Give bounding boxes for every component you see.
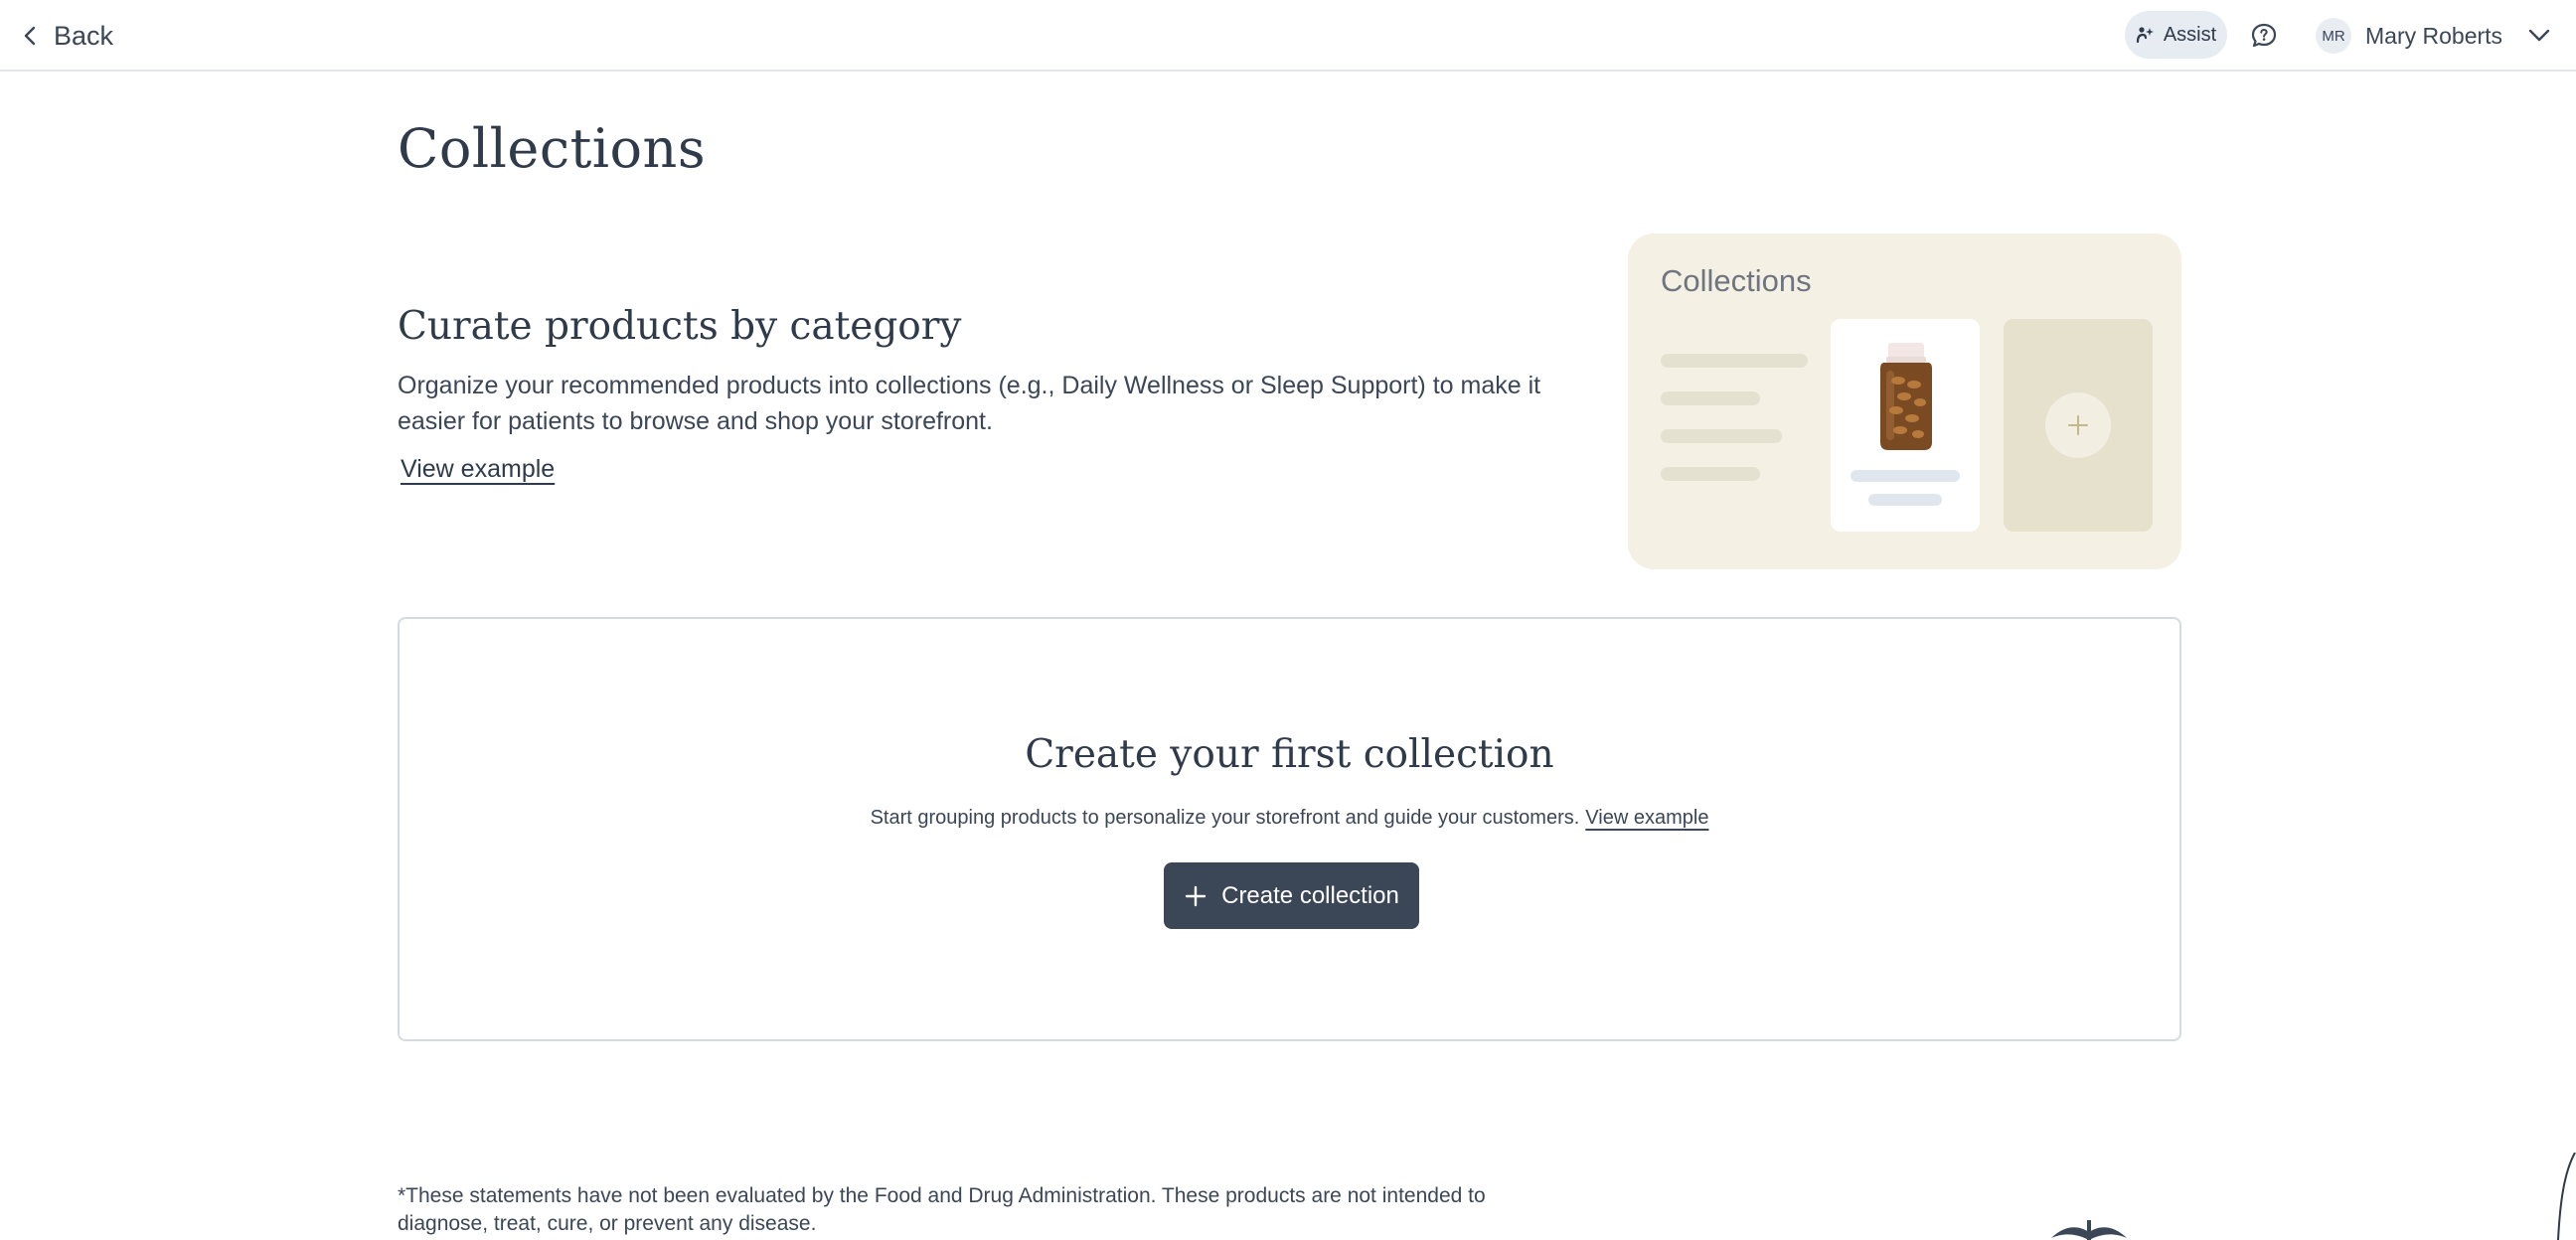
supplement-bottle-icon (1880, 343, 1932, 450)
add-placeholder-card (2004, 319, 2153, 532)
back-button[interactable]: Back (22, 16, 113, 56)
fda-disclaimer: *These statements have not been evaluate… (398, 1184, 1486, 1235)
empty-state-view-example-link[interactable]: View example (1585, 807, 1708, 829)
add-circle (2045, 392, 2111, 458)
user-name: Mary Roberts (2365, 22, 2503, 49)
plus-icon (1185, 885, 1207, 906)
view-example-link[interactable]: View example (401, 455, 555, 484)
plus-icon (2068, 415, 2088, 435)
back-label: Back (54, 20, 114, 51)
intro-description: Organize your recommended products into … (398, 372, 1541, 435)
assist-label: Assist (2163, 23, 2217, 46)
decorative-corner-line (2557, 1153, 2576, 1240)
product-price-placeholder (1868, 494, 1942, 506)
intro-heading: Curate products by category (398, 304, 962, 349)
collections-illustration: Collections (1628, 233, 2181, 569)
avatar-initials: MR (2322, 27, 2345, 45)
empty-state-card: Create your first collection Start group… (398, 617, 2181, 1041)
avatar: MR (2316, 18, 2351, 54)
assist-icon (2136, 27, 2154, 44)
assist-button[interactable]: Assist (2125, 11, 2227, 59)
chat-button[interactable] (2248, 20, 2280, 52)
page-title: Collections (398, 117, 707, 180)
top-bar: Back Assist MR Mary Roberts (0, 0, 2576, 72)
chat-bubble-icon (2251, 23, 2277, 48)
empty-state-description: Start grouping products to personalize y… (400, 807, 2179, 830)
chevron-down-icon (2528, 29, 2550, 42)
placeholder-line (1661, 429, 1782, 443)
product-name-placeholder (1851, 470, 1960, 482)
illustration-title: Collections (1661, 263, 1812, 298)
placeholder-line (1661, 391, 1760, 405)
empty-state-text: Start grouping products to personalize y… (870, 807, 1580, 829)
placeholder-line (1661, 354, 1808, 368)
product-card (1831, 319, 1980, 532)
create-collection-button[interactable]: Create collection (1164, 862, 1419, 929)
chevron-left-icon (24, 26, 36, 46)
user-menu[interactable]: MR Mary Roberts (2316, 16, 2550, 56)
placeholder-line (1661, 467, 1760, 481)
empty-state-title: Create your first collection (1025, 732, 1554, 777)
caduceus-icon (2051, 1220, 2127, 1240)
create-collection-label: Create collection (1221, 881, 1399, 909)
